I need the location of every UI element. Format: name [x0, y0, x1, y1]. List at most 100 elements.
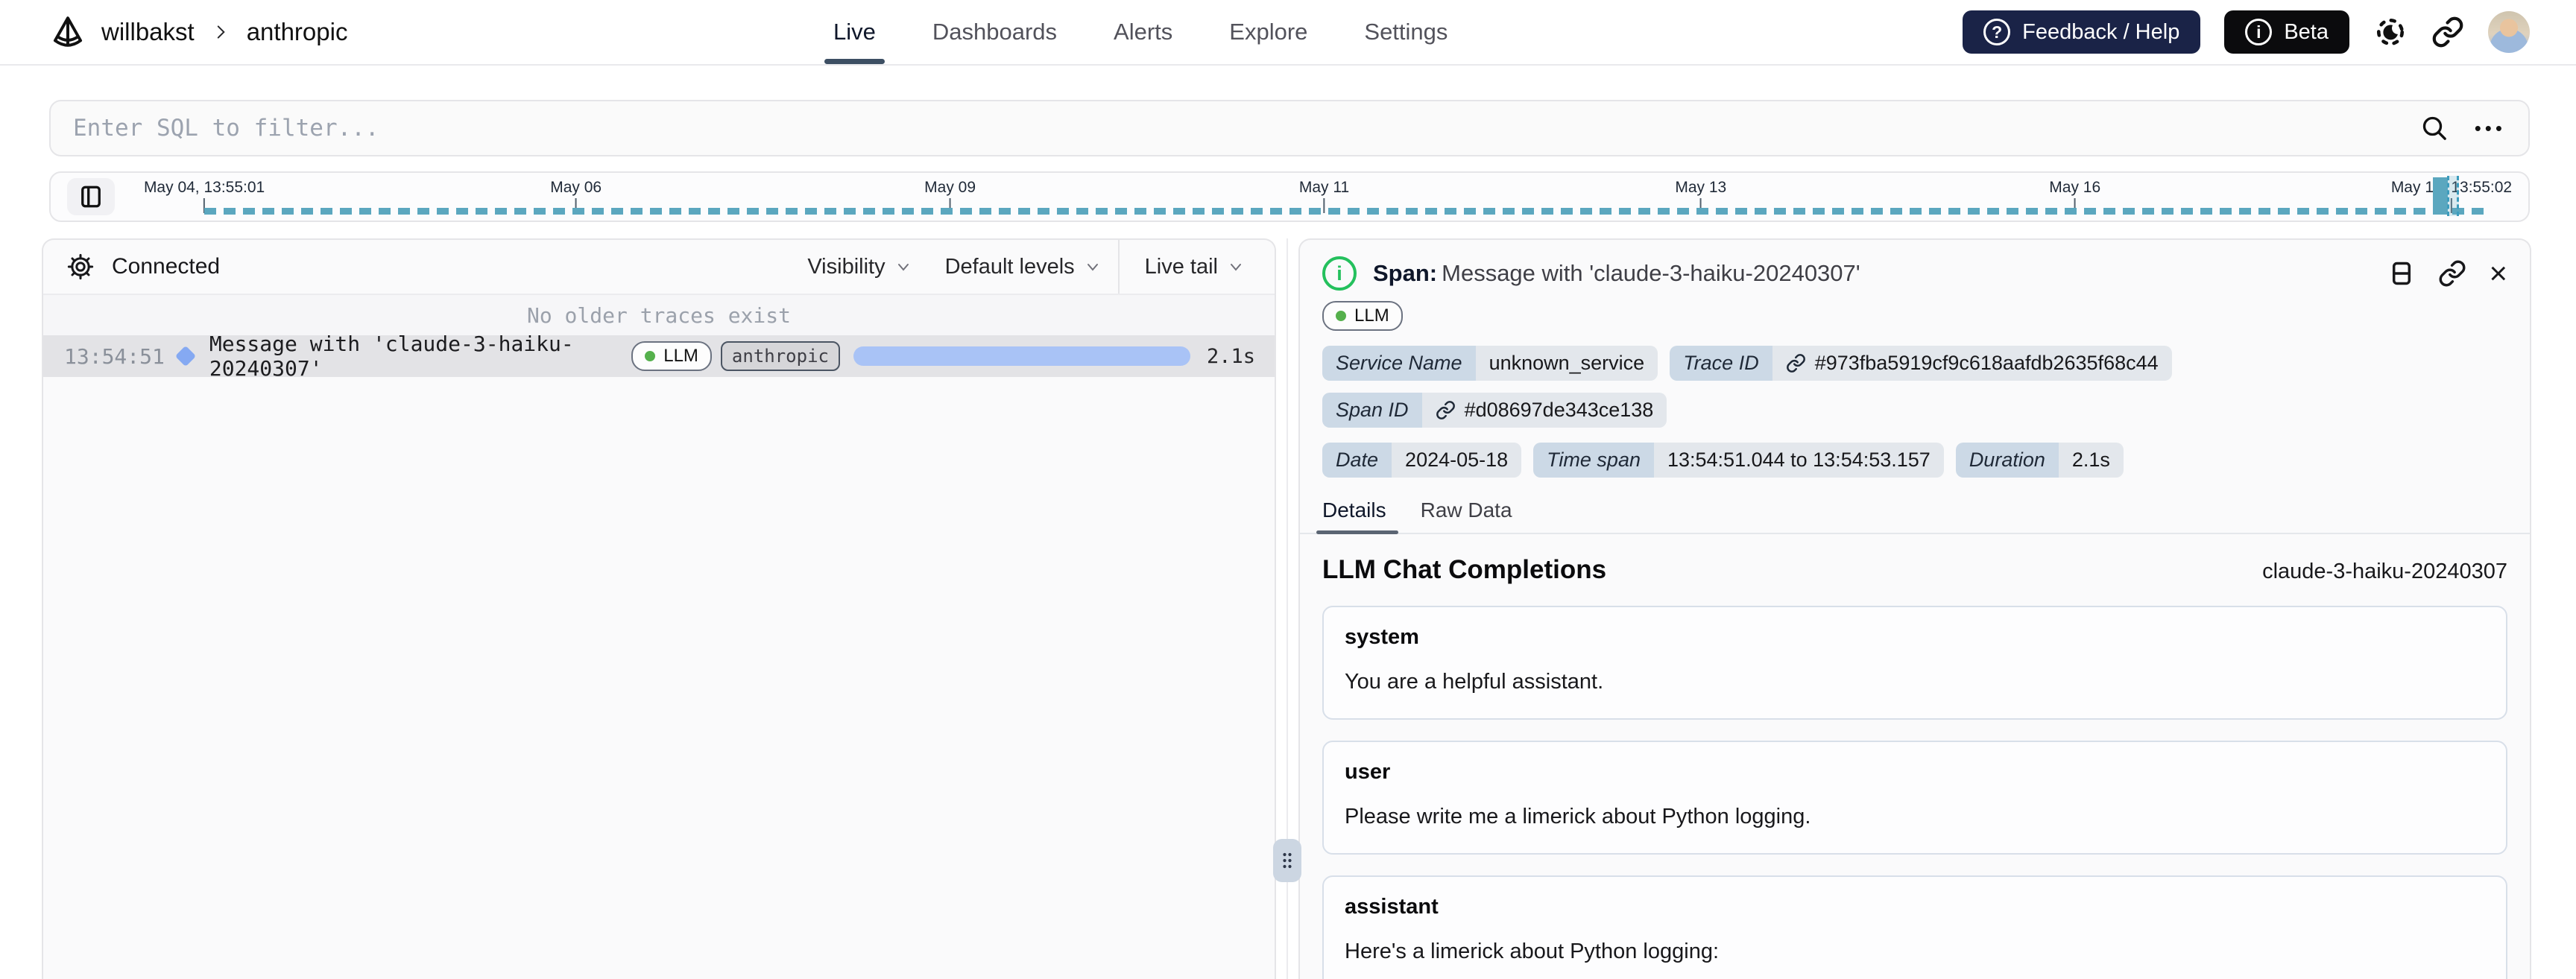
message-text: Please write me a limerick about Python …: [1345, 805, 1811, 829]
copy-link-icon[interactable]: [2438, 259, 2466, 288]
timeline-activity-dashes: [204, 208, 2484, 215]
tick-label: May 13: [1675, 179, 1727, 196]
span-attributes-row1: Service Name unknown_service Trace ID #9…: [1300, 331, 2530, 428]
attr-value: 2024-05-18: [1392, 443, 1522, 478]
span-tags: LLM: [1300, 297, 2530, 331]
link-icon[interactable]: [1786, 353, 1806, 373]
sql-filter-input[interactable]: [73, 115, 2419, 142]
message-role: assistant: [1345, 895, 1439, 919]
question-icon: ?: [1983, 19, 2011, 45]
no-older-traces-notice: No older traces exist: [43, 295, 1275, 335]
span-attributes-row2: Date 2024-05-18 Time span 13:54:51.044 t…: [1300, 428, 2530, 478]
message-card-system: system You are a helpful assistant.: [1322, 606, 2507, 720]
trace-timestamp: 13:54:51: [64, 343, 165, 369]
span-title-text: Message with 'claude-3-haiku-20240307': [1442, 260, 1860, 286]
visibility-dropdown[interactable]: Visibility: [791, 255, 928, 279]
tick-label: May 11: [1298, 179, 1350, 196]
user-avatar[interactable]: [2488, 11, 2530, 53]
tab-details[interactable]: Details: [1316, 498, 1398, 534]
breadcrumb-project[interactable]: anthropic: [247, 18, 348, 46]
breadcrumb: willbakst anthropic: [49, 13, 347, 51]
beta-button[interactable]: i Beta: [2224, 10, 2349, 54]
search-icon[interactable]: [2419, 113, 2449, 143]
sidebar-toggle-button[interactable]: [67, 178, 115, 215]
trace-list-panel: Connected Visibility Default levels Live…: [42, 238, 1276, 979]
settings-gear-icon[interactable]: [66, 252, 95, 282]
source-tag: anthropic: [720, 341, 840, 371]
header-actions: ? Feedback / Help i Beta: [1963, 10, 2530, 54]
section-title: LLM Chat Completions: [1322, 555, 1607, 584]
visibility-label: Visibility: [807, 254, 886, 279]
share-link-icon[interactable]: [2431, 16, 2464, 48]
llm-tag: LLM: [631, 341, 712, 371]
trace-duration: 2.1s: [1206, 344, 1255, 368]
message-text: You are a helpful assistant.: [1345, 670, 1604, 694]
nav-tab-live[interactable]: Live: [824, 0, 885, 64]
timeline-activity-spike: [2433, 177, 2449, 215]
green-dot-icon: [645, 351, 656, 361]
span-id-value: #d08697de343ce138: [1464, 399, 1654, 421]
trace-list-controls: Visibility Default levels Live tail: [791, 240, 1275, 294]
timeline-range-selection[interactable]: [2446, 176, 2459, 216]
timeline-panel: May 04, 13:55:01 May 06 May 09 May 11 Ma…: [49, 171, 2530, 222]
span-diamond-icon: [174, 345, 197, 367]
message-card-user: user Please write me a limerick about Py…: [1322, 741, 2507, 855]
attr-value: unknown_service: [1475, 346, 1658, 381]
tick-label: May 06: [550, 179, 602, 196]
span-header: i Span: Message with 'claude-3-haiku-2024…: [1300, 240, 2530, 297]
more-options-icon[interactable]: •••: [2475, 117, 2506, 140]
tick-label: May 09: [924, 179, 976, 196]
attr-label: Span ID: [1322, 393, 1422, 428]
main-nav: Live Dashboards Alerts Explore Settings: [824, 0, 1448, 64]
nav-tab-alerts[interactable]: Alerts: [1114, 0, 1172, 64]
attr-service-name: Service Name unknown_service: [1322, 346, 1658, 381]
attr-date: Date 2024-05-18: [1322, 443, 1522, 478]
panel-divider: [1273, 238, 1301, 979]
span-detail-panel: i Span: Message with 'claude-3-haiku-2024…: [1298, 238, 2531, 979]
llm-tag-label: LLM: [1354, 305, 1389, 326]
attr-trace-id: Trace ID #973fba5919cf9c618aafdb2635f68c…: [1670, 346, 2172, 381]
default-levels-dropdown[interactable]: Default levels: [929, 255, 1118, 279]
span-title-prefix: Span:: [1373, 260, 1438, 286]
message-role: user: [1345, 760, 1391, 785]
trace-list-header: Connected Visibility Default levels Live…: [43, 240, 1275, 295]
span-detail-content: LLM Chat Completions claude-3-haiku-2024…: [1300, 534, 2530, 979]
span-info-icon: i: [1322, 256, 1357, 291]
close-icon[interactable]: ×: [2489, 258, 2507, 289]
theme-toggle-icon[interactable]: [2373, 15, 2408, 49]
tick-label: May 04, 13:55:01: [143, 179, 265, 196]
breadcrumb-org[interactable]: willbakst: [101, 18, 195, 46]
feedback-help-button[interactable]: ? Feedback / Help: [1963, 10, 2201, 54]
trace-row-meta: LLM anthropic 2.1s: [631, 341, 1255, 371]
logfire-logo-icon[interactable]: [49, 13, 86, 51]
app-header: willbakst anthropic Live Dashboards Aler…: [0, 0, 2576, 66]
panel-layout-icon[interactable]: [2387, 259, 2416, 288]
attr-value: 13:54:51.044 to 13:54:53.157: [1653, 443, 1944, 478]
llm-tag: LLM: [1322, 301, 1403, 331]
tick-label: May 16: [2049, 179, 2101, 196]
attr-value: 2.1s: [2058, 443, 2124, 478]
message-card-assistant: assistant Here's a limerick about Python…: [1322, 875, 2507, 979]
beta-label: Beta: [2284, 19, 2329, 44]
llm-tag-label: LLM: [663, 346, 698, 366]
main-area: Connected Visibility Default levels Live…: [42, 238, 2531, 979]
feedback-help-label: Feedback / Help: [2022, 19, 2180, 44]
live-tail-label: Live tail: [1144, 254, 1218, 279]
trace-row[interactable]: 13:54:51 Message with 'claude-3-haiku-20…: [43, 332, 1275, 381]
panel-drag-handle[interactable]: [1273, 839, 1301, 882]
span-detail-tabs: Details Raw Data: [1300, 478, 2530, 534]
section-header: LLM Chat Completions claude-3-haiku-2024…: [1322, 555, 2507, 585]
span-title: Span: Message with 'claude-3-haiku-202403…: [1373, 260, 1860, 287]
nav-tab-explore[interactable]: Explore: [1229, 0, 1307, 64]
connection-status: Connected: [112, 254, 221, 279]
attr-label: Date: [1322, 443, 1392, 478]
trace-id-value: #973fba5919cf9c618aafdb2635f68c44: [1814, 352, 2159, 374]
tab-raw-data[interactable]: Raw Data: [1421, 498, 1512, 533]
nav-tab-settings[interactable]: Settings: [1364, 0, 1448, 64]
attr-value: #d08697de343ce138: [1421, 393, 1667, 428]
default-levels-label: Default levels: [944, 254, 1075, 279]
attr-label: Time span: [1533, 443, 1654, 478]
live-tail-dropdown[interactable]: Live tail: [1117, 240, 1275, 294]
link-icon[interactable]: [1436, 400, 1456, 420]
nav-tab-dashboards[interactable]: Dashboards: [932, 0, 1057, 64]
